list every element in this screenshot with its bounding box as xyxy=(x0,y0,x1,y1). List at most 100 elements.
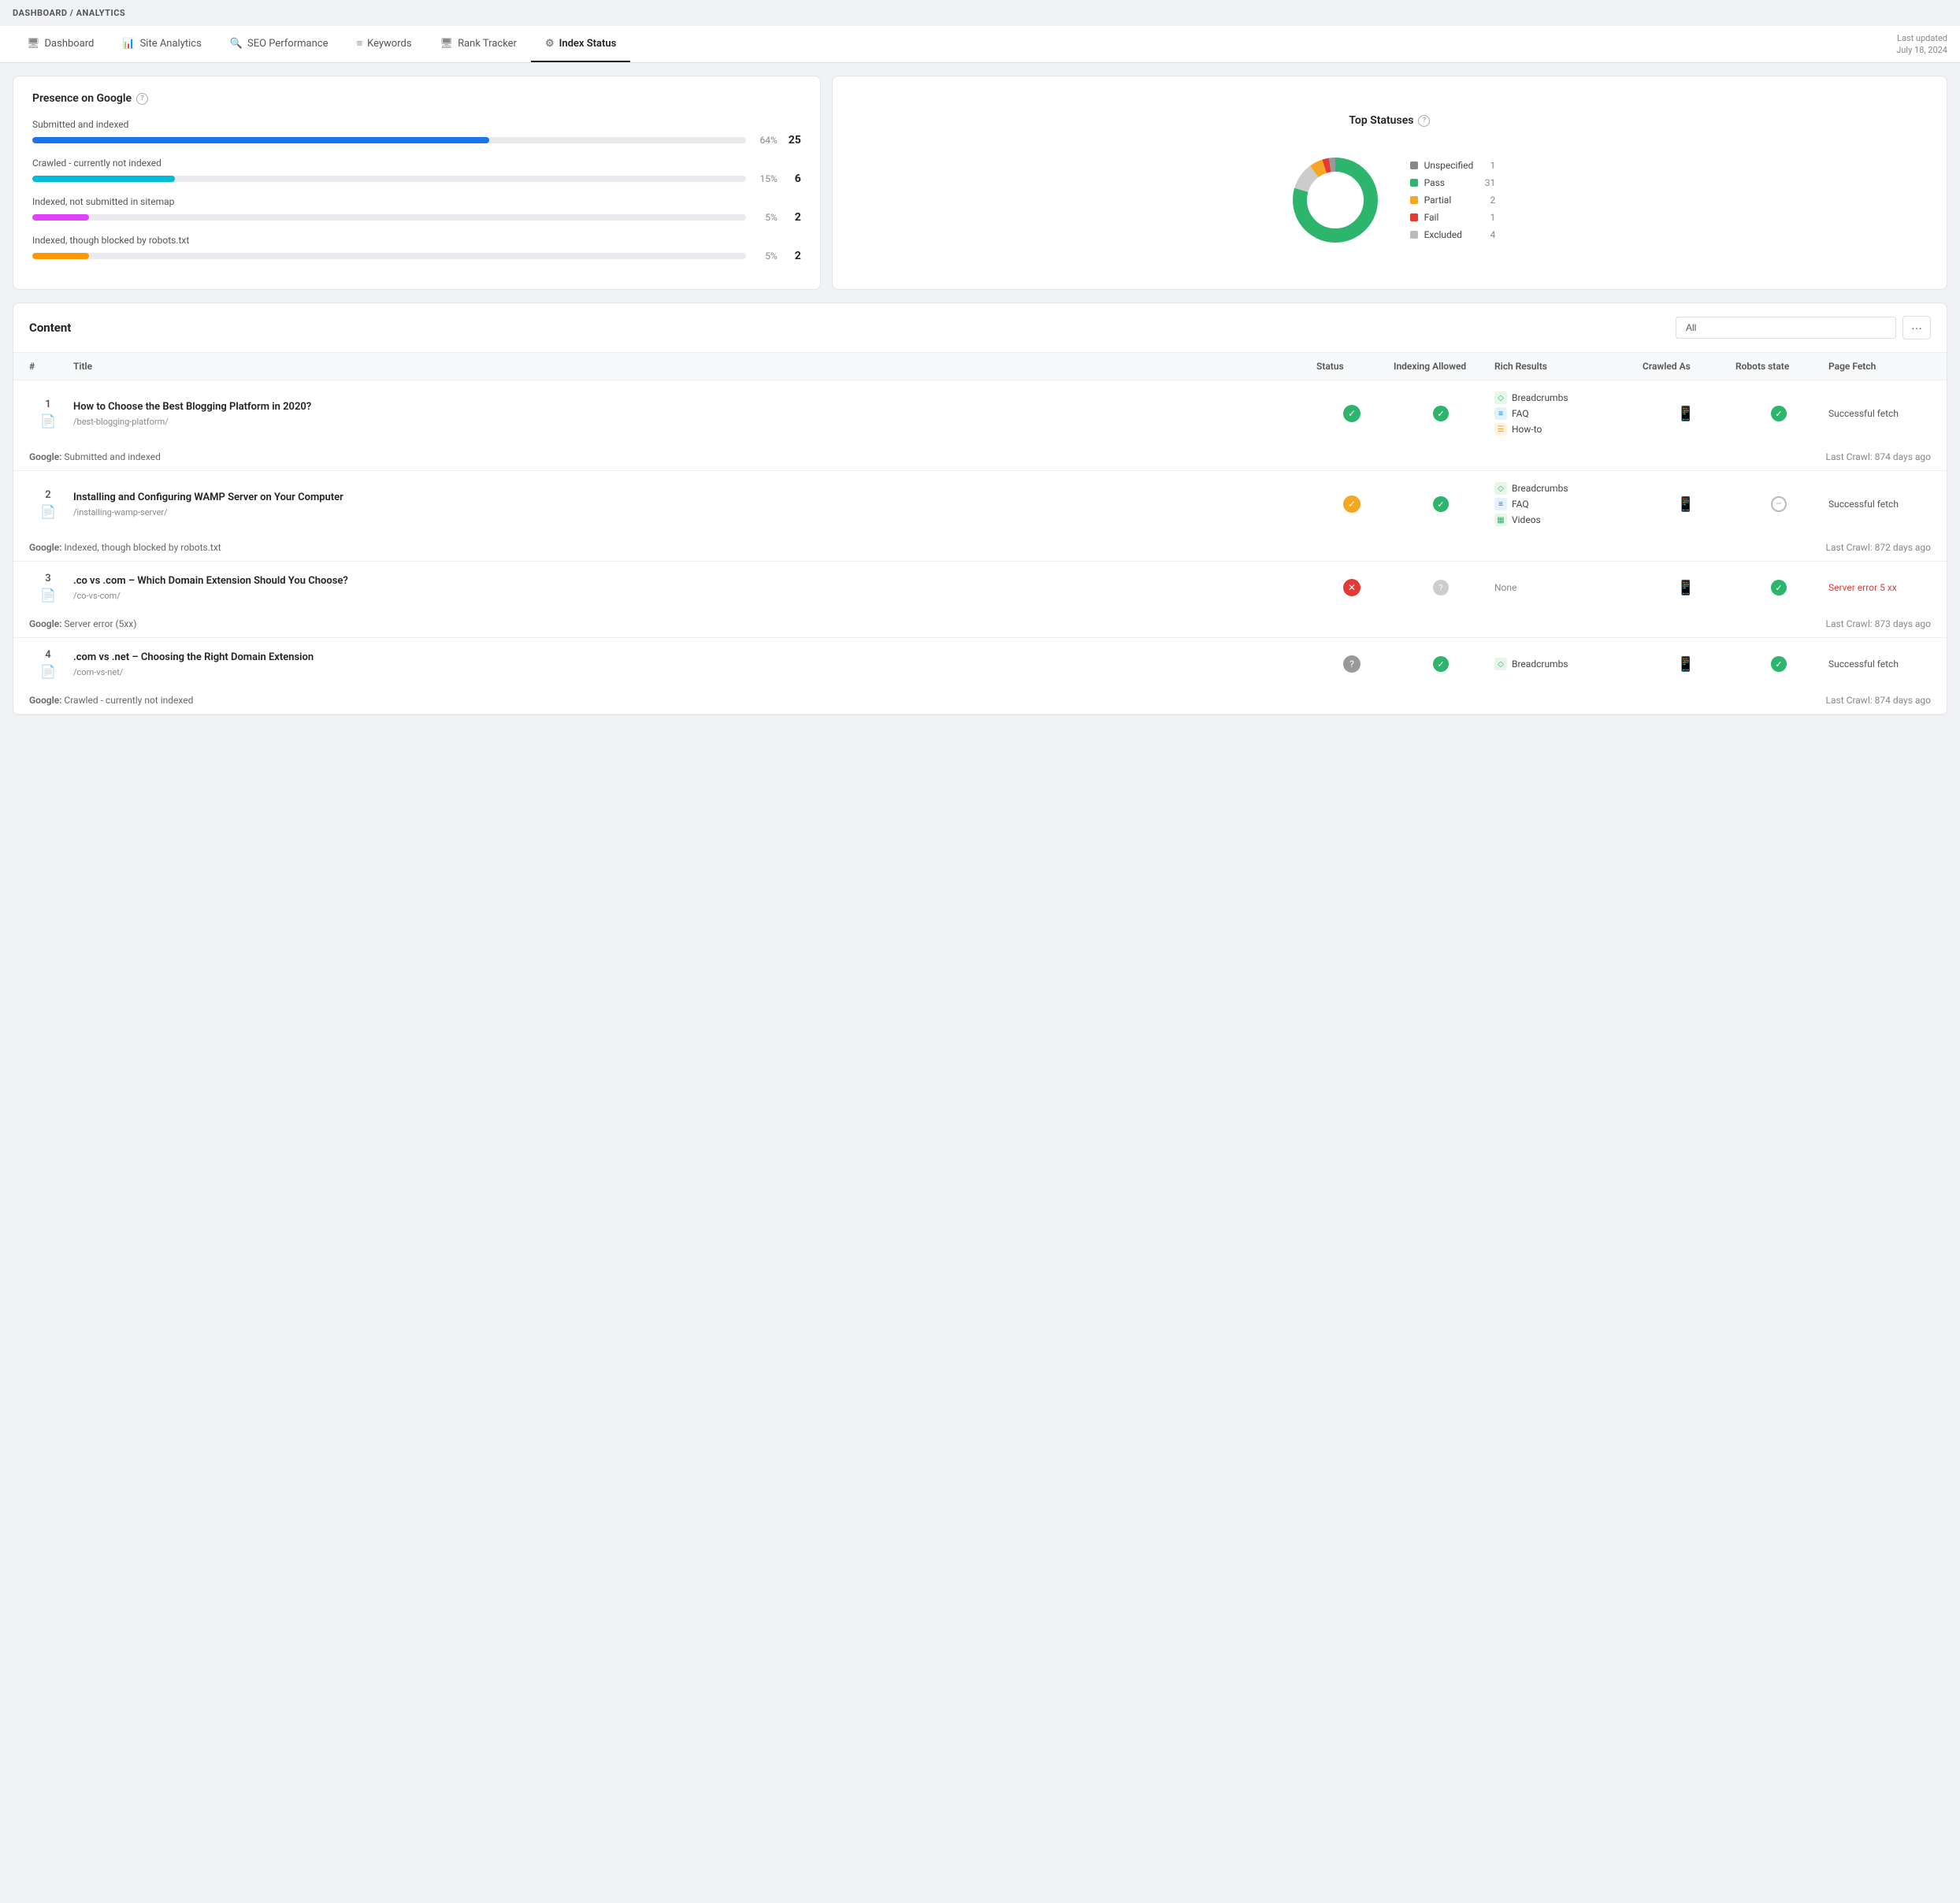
legend-count-partial: 2 xyxy=(1479,195,1495,206)
table-row-group-4: 4 📄 .com vs .net – Choosing the Right Do… xyxy=(13,638,1947,714)
presence-card-title: Presence on Google ? xyxy=(32,92,801,105)
rich-faq-icon-2: ≡ xyxy=(1494,498,1507,510)
legend-count-pass: 31 xyxy=(1479,177,1495,188)
row-url-2[interactable]: /installing-wamp-server/ xyxy=(73,507,1310,517)
rich-faq-2: ≡ FAQ xyxy=(1494,498,1636,510)
table-row-group-1: 1 📄 How to Choose the Best Blogging Plat… xyxy=(13,380,1947,471)
rich-howto-1: ☰ How-to xyxy=(1494,423,1636,436)
row-title-1[interactable]: How to Choose the Best Blogging Platform… xyxy=(73,400,1310,414)
row-crawled-1: 📱 xyxy=(1643,406,1729,422)
row-indexing-2: ✓ xyxy=(1394,496,1488,512)
indexing-q-gray-3: ? xyxy=(1433,580,1449,595)
row-doc-icon-3: 📄 xyxy=(40,588,56,603)
row-url-4[interactable]: /com-vs-net/ xyxy=(73,667,1310,677)
rich-none-3: None xyxy=(1494,582,1636,593)
legend-dot-fail xyxy=(1410,213,1418,221)
presence-label-1: Crawled - currently not indexed xyxy=(32,158,801,169)
filter-options-button[interactable]: ··· xyxy=(1902,316,1931,339)
row-title-block-1: How to Choose the Best Blogging Platform… xyxy=(73,400,1310,426)
bar-row-0: 64% 25 xyxy=(32,134,801,147)
tab-dashboard[interactable]: 🖥 Dashboard xyxy=(13,26,108,62)
legend-item-excluded: Excluded 4 xyxy=(1410,229,1496,240)
th-indexing: Indexing Allowed xyxy=(1394,361,1488,372)
row-fetch-1: Successful fetch xyxy=(1828,408,1931,419)
row-num-3: 3 📄 xyxy=(29,573,67,603)
th-title: Title xyxy=(73,361,1310,372)
last-crawl-1: Last Crawl: 874 days ago xyxy=(1826,451,1931,462)
rich-breadcrumb-icon-2: ◇ xyxy=(1494,482,1507,495)
tab-index-status[interactable]: ⚙ Index Status xyxy=(531,26,630,62)
row-rich-3: None xyxy=(1494,582,1636,593)
row-fetch-2: Successful fetch xyxy=(1828,499,1931,510)
presence-card: Presence on Google ? Submitted and index… xyxy=(13,76,821,290)
row-rich-2: ◇ Breadcrumbs ≡ FAQ ▦ Videos xyxy=(1494,482,1636,526)
tab-keywords[interactable]: ≡ Keywords xyxy=(342,26,425,62)
rich-faq-icon-1: ≡ xyxy=(1494,407,1507,420)
presence-help-icon[interactable]: ? xyxy=(136,93,148,105)
tab-site-analytics[interactable]: 📊 Site Analytics xyxy=(108,26,215,62)
row-title-4[interactable]: .com vs .net – Choosing the Right Domain… xyxy=(73,651,1310,665)
row-indexing-4: ✓ xyxy=(1394,656,1488,672)
row-title-block-3: .co vs .com – Which Domain Extension Sho… xyxy=(73,574,1310,600)
tab-rank-tracker-label: Rank Tracker xyxy=(458,38,517,50)
bar-count-2: 2 xyxy=(785,211,801,224)
tab-site-analytics-label: Site Analytics xyxy=(140,38,202,50)
indexing-check-green-4: ✓ xyxy=(1433,656,1449,672)
legend-count-unspecified: 1 xyxy=(1479,160,1495,171)
row-doc-icon-1: 📄 xyxy=(40,414,56,428)
row-footer-3: Google: Server error (5xx) Last Crawl: 8… xyxy=(13,614,1947,637)
index-status-icon: ⚙ xyxy=(545,38,555,50)
presence-item-1: Crawled - currently not indexed 15% 6 xyxy=(32,158,801,185)
row-doc-icon-4: 📄 xyxy=(40,664,56,679)
keywords-icon: ≡ xyxy=(356,37,362,50)
bar-row-3: 5% 2 xyxy=(32,250,801,262)
google-status-2: Google: Indexed, though blocked by robot… xyxy=(29,542,221,553)
status-check-orange-2: ✓ xyxy=(1343,495,1360,513)
cards-row: Presence on Google ? Submitted and index… xyxy=(13,76,1947,290)
last-crawl-4: Last Crawl: 874 days ago xyxy=(1826,695,1931,706)
bar-bg-0 xyxy=(32,137,746,143)
legend-label-partial: Partial xyxy=(1424,195,1452,206)
status-q-gray-4: ? xyxy=(1343,655,1360,673)
rich-breadcrumbs-2: ◇ Breadcrumbs xyxy=(1494,482,1636,495)
table-row-2: 2 📄 Installing and Configuring WAMP Serv… xyxy=(13,471,1947,537)
row-title-2[interactable]: Installing and Configuring WAMP Server o… xyxy=(73,491,1310,505)
legend-item-unspecified: Unspecified 1 xyxy=(1410,160,1496,171)
row-status-1: ✓ xyxy=(1316,405,1387,422)
row-footer-4: Google: Crawled - currently not indexed … xyxy=(13,690,1947,714)
bar-pct-2: 5% xyxy=(754,212,778,223)
donut-svg xyxy=(1284,149,1386,251)
row-title-3[interactable]: .co vs .com – Which Domain Extension Sho… xyxy=(73,574,1310,588)
row-rich-4: ◇ Breadcrumbs xyxy=(1494,658,1636,670)
rich-breadcrumbs-4: ◇ Breadcrumbs xyxy=(1494,658,1636,670)
site-analytics-icon: 📊 xyxy=(122,38,135,50)
tabs-bar: 🖥 Dashboard 📊 Site Analytics 🔍 SEO Perfo… xyxy=(0,26,1960,63)
dashboard-icon: 🖥 xyxy=(27,38,40,50)
row-url-1[interactable]: /best-blogging-platform/ xyxy=(73,417,1310,427)
tab-seo-performance[interactable]: 🔍 SEO Performance xyxy=(216,26,343,62)
breadcrumb-parent[interactable]: DASHBOARD xyxy=(13,8,68,18)
legend: Unspecified 1 Pass 31 Partial 2 xyxy=(1410,160,1496,240)
last-updated-date: July 18, 2024 xyxy=(1896,45,1947,55)
legend-label-excluded: Excluded xyxy=(1424,229,1462,240)
filter-input[interactable] xyxy=(1676,317,1896,339)
breadcrumb-separator: / xyxy=(70,8,74,18)
row-footer-1: Google: Submitted and indexed Last Crawl… xyxy=(13,447,1947,470)
row-rich-1: ◇ Breadcrumbs ≡ FAQ ☰ How-to xyxy=(1494,391,1636,436)
last-crawl-3: Last Crawl: 873 days ago xyxy=(1826,618,1931,629)
tab-rank-tracker[interactable]: 🖥 Rank Tracker xyxy=(426,26,531,62)
th-page-fetch: Page Fetch xyxy=(1828,361,1931,372)
presence-item-3: Indexed, though blocked by robots.txt 5%… xyxy=(32,235,801,262)
legend-item-fail: Fail 1 xyxy=(1410,212,1496,223)
top-statuses-help-icon[interactable]: ? xyxy=(1418,115,1430,127)
top-statuses-title: Top Statuses ? xyxy=(852,114,1928,127)
tab-seo-label: SEO Performance xyxy=(247,38,328,50)
presence-item-0: Submitted and indexed 64% 25 xyxy=(32,119,801,147)
row-footer-2: Google: Indexed, though blocked by robot… xyxy=(13,537,1947,561)
google-status-1: Google: Submitted and indexed xyxy=(29,451,161,462)
content-section: Content ··· # Title Status Indexing Allo… xyxy=(13,302,1947,715)
legend-item-pass: Pass 31 xyxy=(1410,177,1496,188)
rich-howto-icon-1: ☰ xyxy=(1494,423,1507,436)
row-url-3[interactable]: /co-vs-com/ xyxy=(73,591,1310,601)
last-updated-label: Last updated xyxy=(1897,33,1947,43)
